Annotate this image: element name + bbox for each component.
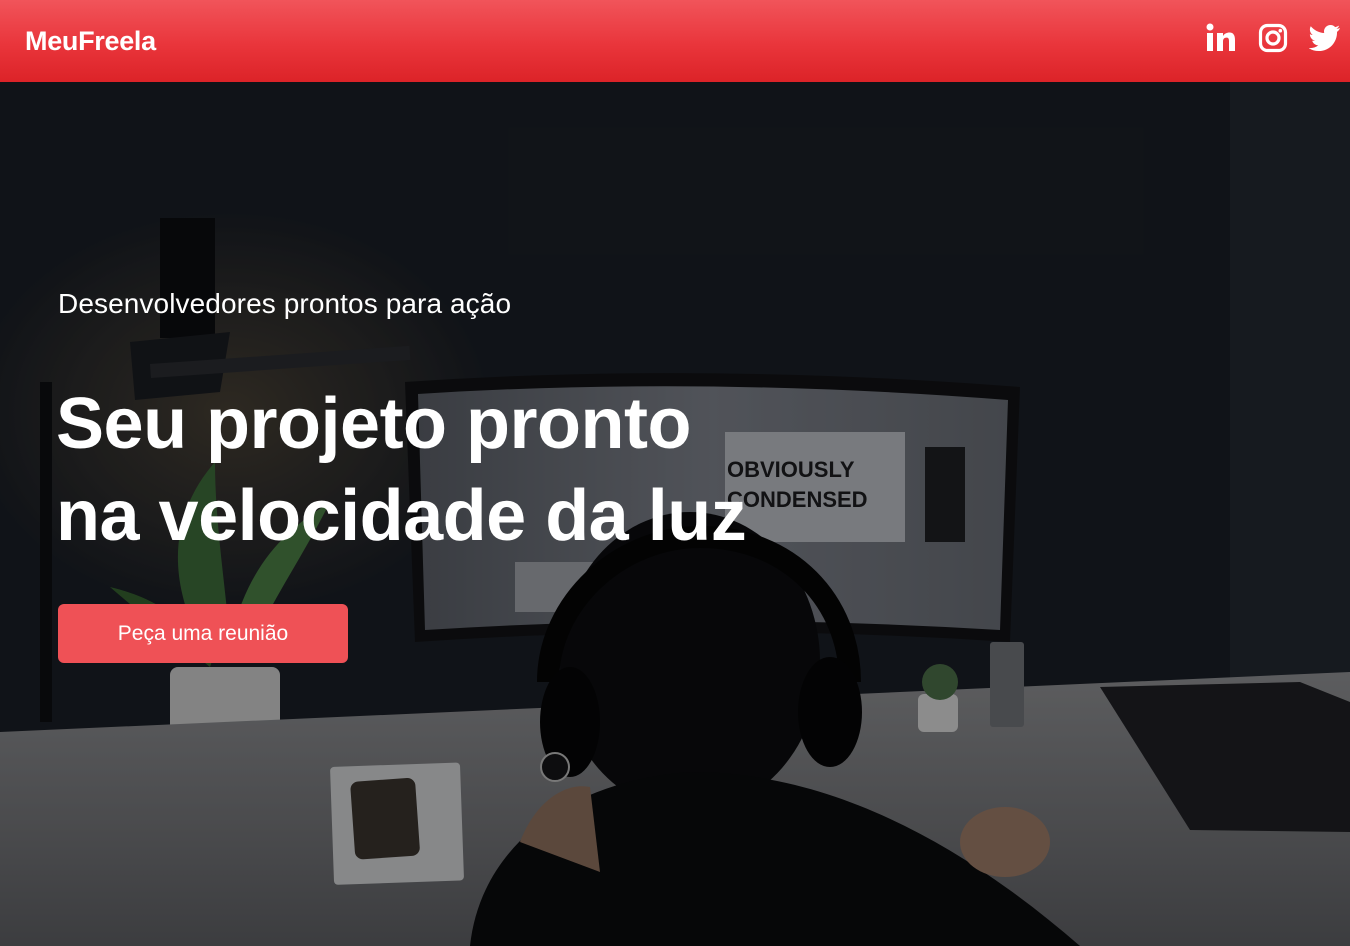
hero-headline-line1: Seu projeto pronto xyxy=(56,384,691,464)
brand-logo[interactable]: MeuFreela xyxy=(25,26,156,57)
top-navbar: MeuFreela xyxy=(0,0,1350,82)
request-meeting-button[interactable]: Peça uma reunião xyxy=(58,604,348,663)
twitter-icon[interactable] xyxy=(1308,21,1342,55)
social-links xyxy=(1204,21,1342,55)
hero-eyebrow: Desenvolvedores prontos para ação xyxy=(58,288,512,319)
hero-content: Desenvolvedores prontos para ação Seu pr… xyxy=(56,288,747,663)
linkedin-icon[interactable] xyxy=(1204,21,1238,55)
instagram-icon[interactable] xyxy=(1256,21,1290,55)
hero-section: OBVIOUSLY CONDENSED Desenvolvedores pron… xyxy=(0,82,1350,946)
hero-headline-line2: na velocidade da luz xyxy=(56,476,747,556)
hero-headline: Seu projeto pronto na velocidade da luz xyxy=(56,378,747,562)
